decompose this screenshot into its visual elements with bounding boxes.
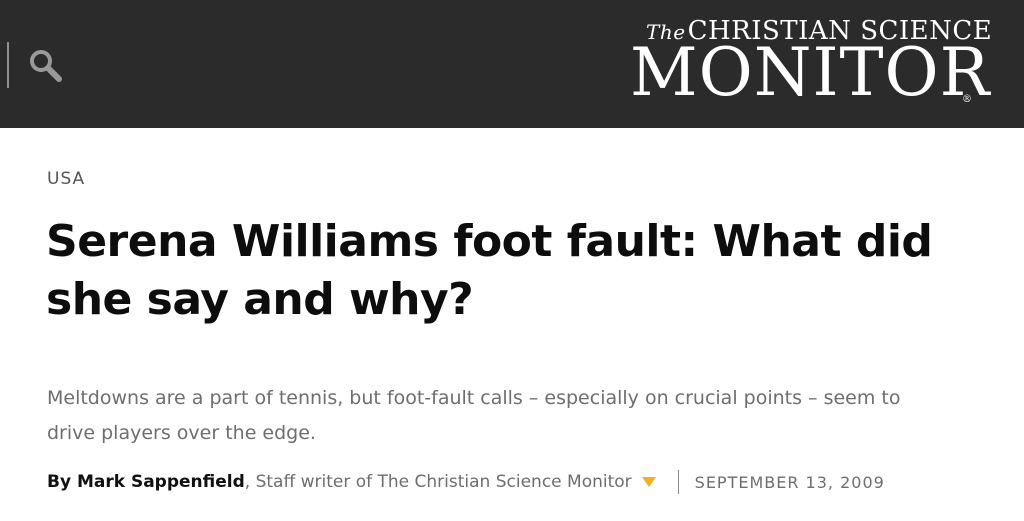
author-role: , Staff writer of The Christian Science …: [244, 472, 632, 492]
article-headline: Serena Williams foot fault: What did she…: [46, 216, 933, 325]
search-icon: [30, 50, 62, 82]
header-divider: [7, 42, 9, 88]
byline-separator: [677, 470, 679, 494]
section-label[interactable]: USA: [47, 169, 85, 189]
publish-date: SEPTEMBER 13, 2009: [694, 472, 885, 492]
site-logo[interactable]: TheCHRISTIAN SCIENCE MONITOR ®: [630, 16, 992, 112]
logo-registered-mark: ®: [962, 94, 972, 105]
logo-main-text: MONITOR: [630, 34, 991, 111]
site-header: TheCHRISTIAN SCIENCE MONITOR ®: [0, 0, 1024, 128]
byline: By Mark Sappenfield, Staff writer of The…: [47, 470, 885, 494]
author-dropdown-caret-icon[interactable]: [641, 477, 656, 487]
search-button[interactable]: [26, 46, 66, 86]
article-summary: Meltdowns are a part of tennis, but foot…: [47, 387, 901, 444]
author-name[interactable]: By Mark Sappenfield: [47, 472, 245, 492]
